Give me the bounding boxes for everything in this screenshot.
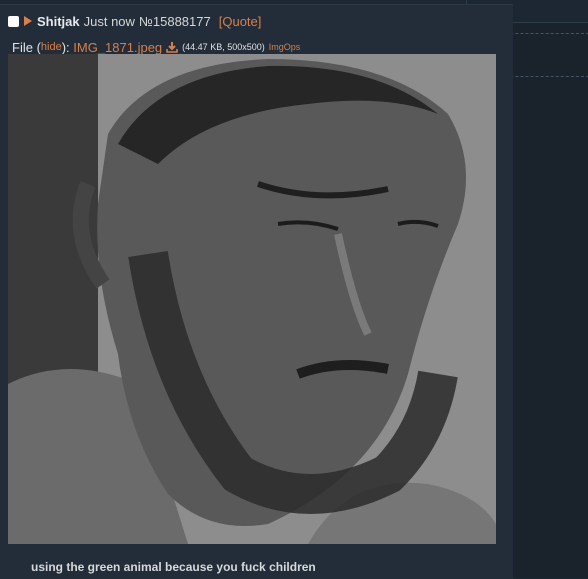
quote-link[interactable]: [Quote] xyxy=(219,14,262,29)
post-time: Just now xyxy=(83,13,135,29)
hide-paren-close: ): xyxy=(61,39,74,55)
file-name-link[interactable]: IMG_1871.jpeg xyxy=(73,40,162,55)
poster-name: Shitjak xyxy=(37,13,80,29)
hide-link[interactable]: hide xyxy=(41,41,62,53)
post-header: Shitjak Just now №15888177 [Quote] xyxy=(8,13,261,29)
right-column xyxy=(513,0,588,578)
expand-menu-icon[interactable] xyxy=(24,16,32,26)
hide-paren-open: ( xyxy=(32,39,41,55)
post-comment: using the green animal because you fuck … xyxy=(31,560,316,574)
post-checkbox[interactable] xyxy=(8,15,19,27)
file-info: File ( hide ): IMG_1871.jpeg (44.47 KB, … xyxy=(12,39,300,55)
portrait-illustration xyxy=(8,54,496,544)
post-image[interactable] xyxy=(8,54,496,544)
download-icon[interactable] xyxy=(166,41,178,53)
post-number[interactable]: №15888177 xyxy=(139,14,211,29)
post: Shitjak Just now №15888177 [Quote] File … xyxy=(0,4,513,579)
file-meta: (44.47 KB, 500x500) xyxy=(182,42,265,52)
file-label: File xyxy=(12,39,33,55)
imgops-link[interactable]: ImgOps xyxy=(269,42,301,52)
